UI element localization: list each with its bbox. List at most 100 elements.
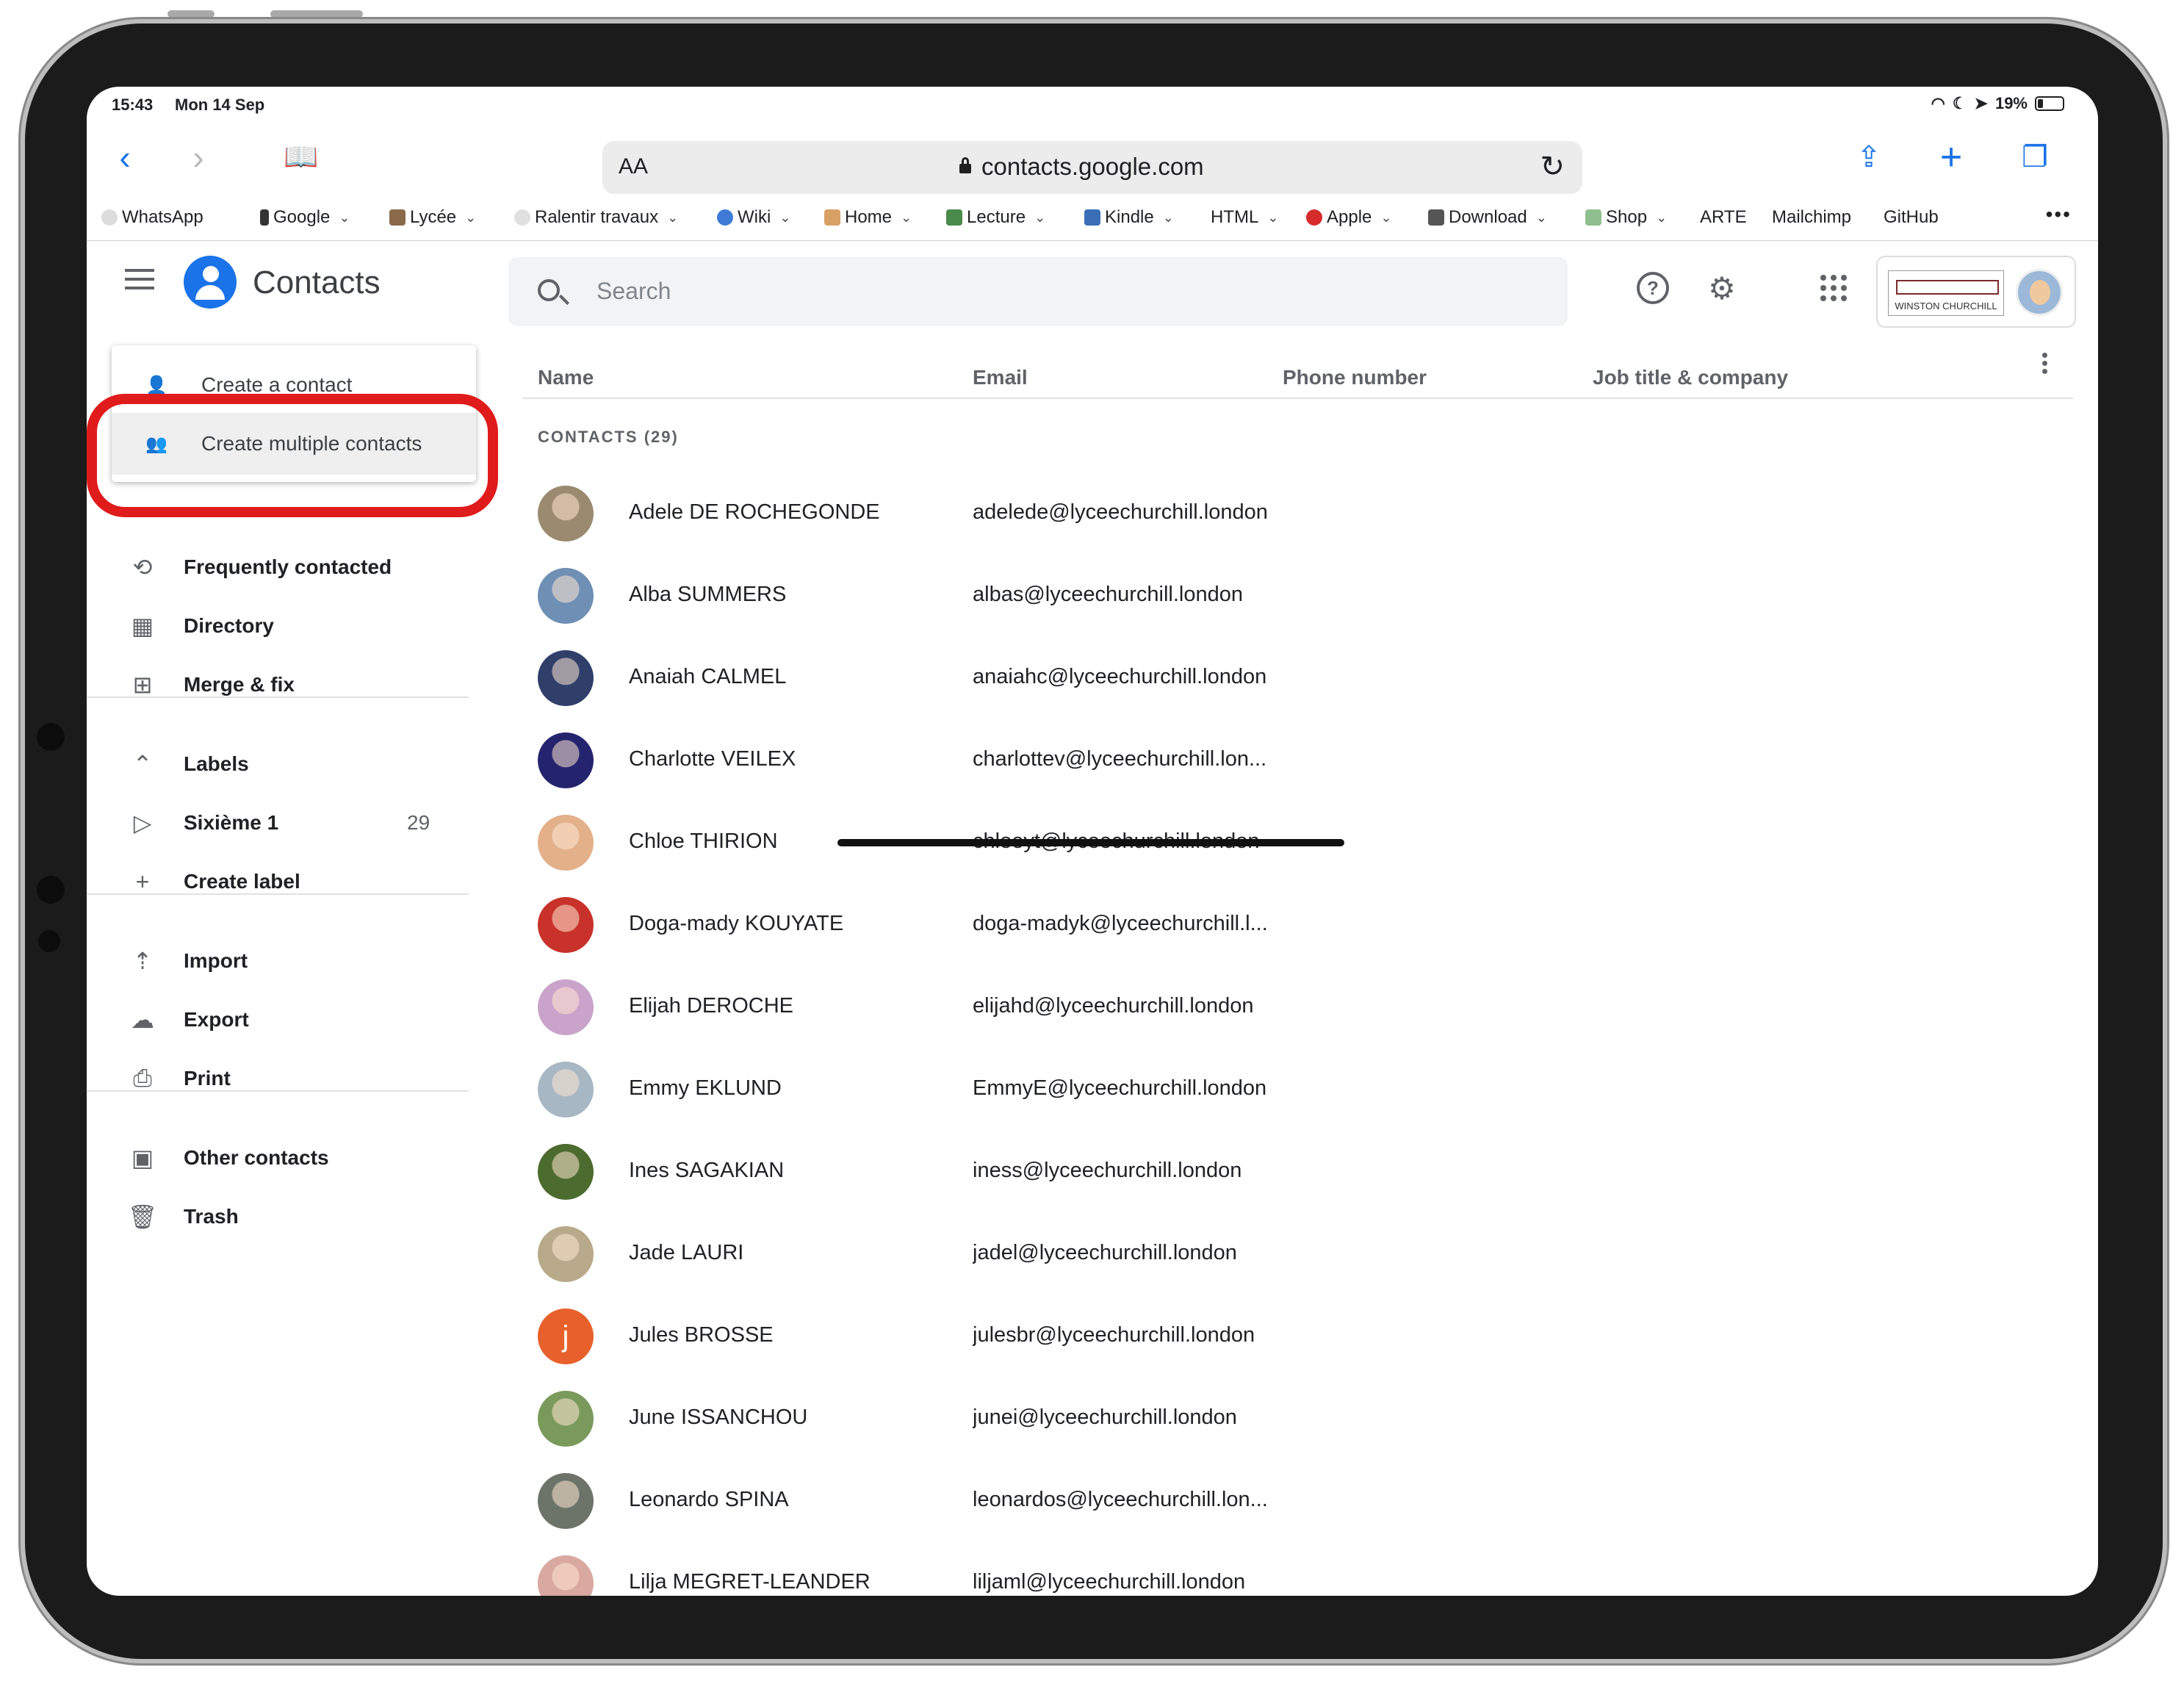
chevron-down-icon: ⌄ [901, 209, 912, 225]
lock-icon [959, 157, 971, 173]
contact-email: adelede@lyceechurchill.london [973, 500, 1268, 524]
tabs-overview-icon[interactable]: ❐ [2014, 137, 2055, 178]
column-name[interactable]: Name [538, 366, 594, 389]
chevron-down-icon: ⌄ [1380, 209, 1392, 225]
printer-icon: ⎙ [133, 1065, 152, 1091]
hamburger-menu-icon[interactable] [125, 264, 154, 294]
nav-label-sixieme-1[interactable]: ▷ Sixième 1 29 [87, 793, 483, 852]
apple-icon [1306, 209, 1322, 226]
contact-avatar[interactable] [538, 1062, 594, 1117]
column-phone[interactable]: Phone number [1283, 366, 1427, 389]
apps-grid-icon[interactable] [1817, 272, 1850, 304]
back-icon[interactable]: ‹ [104, 137, 145, 178]
contact-email: jadel@lyceechurchill.london [973, 1241, 1237, 1264]
search-input[interactable]: Search [508, 257, 1568, 326]
nav-other-contacts[interactable]: ▣ Other contacts [87, 1129, 483, 1187]
lycee-icon [389, 209, 406, 226]
text-size-button[interactable]: AA [619, 154, 648, 179]
table-row[interactable]: Emmy EKLUND EmmyE@lyceechurchill.london [523, 1048, 2073, 1131]
table-row[interactable]: Adele DE ROCHEGONDE adelede@lyceechurchil… [523, 472, 2073, 555]
contacts-logo-icon [184, 256, 237, 309]
new-tab-icon[interactable]: + [1931, 136, 1972, 179]
contact-avatar[interactable] [538, 486, 594, 541]
table-row[interactable]: Alba SUMMERS albas@lyceechurchill.london [523, 555, 2073, 637]
table-row[interactable]: Doga-mady KOUYATE doga-madyk@lyceechurchi… [523, 884, 2073, 966]
nav-trash[interactable]: 🗑 Trash [87, 1187, 483, 1246]
help-icon[interactable]: ? [1637, 272, 1669, 304]
address-bar[interactable]: AA contacts.google.com ↻ [602, 141, 1582, 194]
url-text[interactable]: contacts.google.com [981, 153, 1204, 181]
table-row[interactable]: Charlotte VEILEX charlottev@lyceechurchil… [523, 719, 2073, 802]
nav-print[interactable]: ⎙ Print [87, 1049, 483, 1108]
bookmark-apple[interactable]: Apple ⌄ [1306, 207, 1391, 228]
chevron-down-icon: ⌄ [1034, 209, 1046, 225]
contact-avatar[interactable]: j [538, 1309, 594, 1364]
contact-avatar[interactable] [538, 1555, 594, 1596]
user-avatar[interactable] [2016, 269, 2063, 316]
bookmark-lycee[interactable]: Lycée ⌄ [389, 207, 476, 228]
table-row[interactable]: Anaiah CALMEL anaiahc@lyceechurchill.lond… [523, 637, 2073, 719]
contact-avatar[interactable] [538, 650, 594, 706]
nav-directory[interactable]: ▦ Directory [87, 597, 483, 655]
bookmark-google[interactable]: Google ⌄ [260, 207, 350, 228]
table-row[interactable]: June ISSANCHOU junei@lyceechurchill.londo… [523, 1378, 2073, 1460]
bookmarks-book-icon[interactable]: 📖 [281, 137, 322, 178]
building-icon: ▦ [131, 613, 154, 639]
nav-frequently-contacted[interactable]: ⟲ Frequently contacted [87, 538, 483, 597]
table-row[interactable]: Leonardo SPINA leonardos@lyceechurchill.l… [523, 1460, 2073, 1542]
bookmark-wiki[interactable]: Wiki ⌄ [717, 207, 790, 228]
contact-name: Leonardo SPINA [629, 1488, 789, 1511]
divider [87, 696, 469, 698]
bookmark-download[interactable]: Download ⌄ [1428, 207, 1547, 228]
bookmark-mailchimp[interactable]: Mailchimp [1772, 207, 1851, 228]
bookmark-home[interactable]: Home ⌄ [824, 207, 912, 228]
labels-header[interactable]: ⌃ Labels [87, 735, 483, 793]
bookmark-lecture[interactable]: Lecture ⌄ [946, 207, 1045, 228]
contact-avatar[interactable] [538, 732, 594, 788]
contact-avatar[interactable] [538, 1144, 594, 1200]
table-row[interactable]: Elijah DEROCHE elijahd@lyceechurchill.lon… [523, 966, 2073, 1048]
status-date: Mon 14 Sep [175, 96, 265, 114]
moon-icon: ☾ [1952, 94, 1967, 112]
share-icon[interactable]: ⇪ [1848, 137, 1889, 178]
search-icon[interactable] [538, 279, 560, 301]
bookmark-kindle[interactable]: Kindle ⌄ [1084, 207, 1174, 228]
reload-icon[interactable]: ↻ [1540, 150, 1565, 184]
chevron-down-icon: ⌄ [1162, 209, 1174, 225]
bookmark-ralentir-travaux[interactable]: Ralentir travaux ⌄ [514, 207, 678, 228]
nav-export[interactable]: ☁ Export [87, 990, 483, 1049]
forward-icon[interactable]: › [178, 137, 219, 178]
contact-avatar[interactable] [538, 897, 594, 953]
contact-avatar[interactable] [538, 1391, 594, 1447]
nav-merge-fix[interactable]: ⊞ Merge & fix [87, 655, 483, 714]
contact-name: Ines SAGAKIAN [629, 1159, 785, 1182]
bookmark-github[interactable]: GitHub [1884, 207, 1939, 228]
contact-email: julesbr@lyceechurchill.london [973, 1323, 1255, 1347]
nav-create-label[interactable]: + Create label [87, 852, 483, 911]
table-row[interactable]: j Jules BROSSE julesbr@lyceechurchill.lond… [523, 1295, 2073, 1378]
bookmark-arte[interactable]: ARTE [1700, 207, 1747, 228]
contact-name: Charlotte VEILEX [629, 747, 796, 771]
contact-avatar[interactable] [538, 1226, 594, 1282]
table-row[interactable]: Jade LAURI jadel@lyceechurchill.london [523, 1213, 2073, 1295]
more-vert-icon[interactable] [2042, 350, 2050, 379]
bookmark-whatsapp[interactable]: WhatsApp [101, 207, 203, 228]
contact-avatar[interactable] [538, 568, 594, 624]
contact-avatar[interactable] [538, 815, 594, 871]
contact-avatar[interactable] [538, 979, 594, 1035]
chevron-up-icon[interactable]: ⌃ [128, 749, 157, 779]
column-job-title[interactable]: Job title & company [1593, 366, 1788, 389]
contact-name: Elijah DEROCHE [629, 994, 793, 1018]
account-switcher[interactable]: WINSTON CHURCHILL [1876, 256, 2076, 328]
home-indicator[interactable] [837, 839, 1344, 846]
table-row[interactable]: Ines SAGAKIAN iness@lyceechurchill.london [523, 1131, 2073, 1213]
nav-import[interactable]: ⇡ Import [87, 932, 483, 990]
more-horiz-icon[interactable]: ••• [2046, 203, 2072, 226]
volume-button [167, 10, 215, 18]
column-email[interactable]: Email [973, 366, 1028, 389]
bookmark-html[interactable]: HTML ⌄ [1211, 207, 1278, 228]
settings-gear-icon[interactable]: ⚙ [1706, 271, 1738, 306]
bookmark-shop[interactable]: Shop ⌄ [1585, 207, 1667, 228]
table-row[interactable]: Lilja MEGRET-LEANDER liljaml@lyceechurchi… [523, 1542, 2073, 1596]
contact-avatar[interactable] [538, 1473, 594, 1529]
